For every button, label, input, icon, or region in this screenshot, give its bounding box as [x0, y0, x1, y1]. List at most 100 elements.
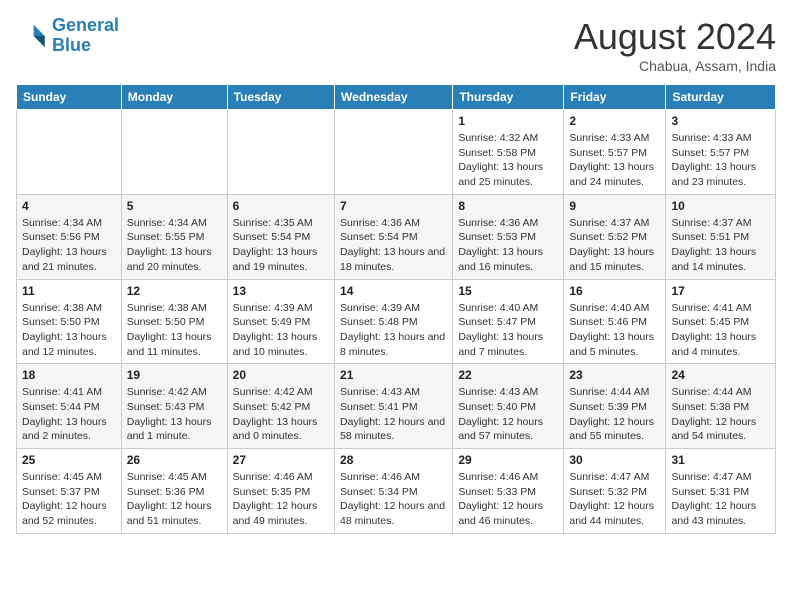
day-cell: 27 Sunrise: 4:46 AM Sunset: 5:35 PM Dayli… — [227, 449, 334, 534]
day-cell: 7Sunrise: 4:36 AM Sunset: 5:54 PM Daylig… — [335, 194, 453, 279]
day-info: Sunrise: 4:34 AM Sunset: 5:56 PM Dayligh… — [22, 216, 116, 275]
day-number: 18 — [22, 368, 116, 382]
day-info: Sunrise: 4:47 AM Sunset: 5:31 PM Dayligh… — [671, 470, 770, 529]
day-number: 7 — [340, 199, 447, 213]
day-info: Sunrise: 4:38 AM Sunset: 5:50 PM Dayligh… — [127, 301, 222, 360]
day-number: 4 — [22, 199, 116, 213]
day-info: Sunrise: 4:41 AM Sunset: 5:45 PM Dayligh… — [671, 301, 770, 360]
day-info: Sunrise: 4:43 AM Sunset: 5:40 PM Dayligh… — [458, 385, 558, 444]
day-cell: 16 Sunrise: 4:40 AM Sunset: 5:46 PM Dayli… — [564, 279, 666, 364]
day-number: 20 — [233, 368, 329, 382]
day-info: Sunrise: 4:40 AM Sunset: 5:46 PM Dayligh… — [569, 301, 660, 360]
day-number: 3 — [671, 114, 770, 128]
day-number: 5 — [127, 199, 222, 213]
day-cell: 29 Sunrise: 4:46 AM Sunset: 5:33 PM Dayli… — [453, 449, 564, 534]
day-number: 1 — [458, 114, 558, 128]
logo-icon — [16, 20, 48, 52]
day-cell: 11 Sunrise: 4:38 AM Sunset: 5:50 PM Dayli… — [17, 279, 122, 364]
day-info: Sunrise: 4:37 AM Sunset: 5:52 PM Dayligh… — [569, 216, 660, 275]
day-number: 10 — [671, 199, 770, 213]
day-number: 29 — [458, 453, 558, 467]
day-info: Sunrise: 4:40 AM Sunset: 5:47 PM Dayligh… — [458, 301, 558, 360]
day-cell: 3Sunrise: 4:33 AM Sunset: 5:57 PM Daylig… — [666, 110, 776, 195]
day-info: Sunrise: 4:46 AM Sunset: 5:33 PM Dayligh… — [458, 470, 558, 529]
day-number: 24 — [671, 368, 770, 382]
day-cell: 21 Sunrise: 4:43 AM Sunset: 5:41 PM Dayli… — [335, 364, 453, 449]
day-cell: 18 Sunrise: 4:41 AM Sunset: 5:44 PM Dayli… — [17, 364, 122, 449]
day-cell: 26 Sunrise: 4:45 AM Sunset: 5:36 PM Dayli… — [121, 449, 227, 534]
day-number: 14 — [340, 284, 447, 298]
day-number: 17 — [671, 284, 770, 298]
day-number: 31 — [671, 453, 770, 467]
header-cell-tuesday: Tuesday — [227, 85, 334, 110]
day-number: 15 — [458, 284, 558, 298]
title-block: August 2024 Chabua, Assam, India — [574, 16, 776, 74]
day-cell: 20 Sunrise: 4:42 AM Sunset: 5:42 PM Dayli… — [227, 364, 334, 449]
day-info: Sunrise: 4:35 AM Sunset: 5:54 PM Dayligh… — [233, 216, 329, 275]
day-cell — [335, 110, 453, 195]
day-info: Sunrise: 4:33 AM Sunset: 5:57 PM Dayligh… — [569, 131, 660, 190]
day-number: 21 — [340, 368, 447, 382]
day-number: 13 — [233, 284, 329, 298]
calendar-table: SundayMondayTuesdayWednesdayThursdayFrid… — [16, 84, 776, 534]
day-number: 30 — [569, 453, 660, 467]
week-row-4: 18 Sunrise: 4:41 AM Sunset: 5:44 PM Dayli… — [17, 364, 776, 449]
day-number: 11 — [22, 284, 116, 298]
day-info: Sunrise: 4:36 AM Sunset: 5:53 PM Dayligh… — [458, 216, 558, 275]
header-cell-sunday: Sunday — [17, 85, 122, 110]
day-info: Sunrise: 4:45 AM Sunset: 5:37 PM Dayligh… — [22, 470, 116, 529]
day-number: 28 — [340, 453, 447, 467]
day-number: 26 — [127, 453, 222, 467]
week-row-3: 11 Sunrise: 4:38 AM Sunset: 5:50 PM Dayli… — [17, 279, 776, 364]
day-info: Sunrise: 4:39 AM Sunset: 5:48 PM Dayligh… — [340, 301, 447, 360]
week-row-2: 4 Sunrise: 4:34 AM Sunset: 5:56 PM Daylig… — [17, 194, 776, 279]
day-cell: 2Sunrise: 4:33 AM Sunset: 5:57 PM Daylig… — [564, 110, 666, 195]
day-number: 25 — [22, 453, 116, 467]
day-number: 12 — [127, 284, 222, 298]
day-info: Sunrise: 4:42 AM Sunset: 5:42 PM Dayligh… — [233, 385, 329, 444]
day-number: 27 — [233, 453, 329, 467]
day-cell: 22 Sunrise: 4:43 AM Sunset: 5:40 PM Dayli… — [453, 364, 564, 449]
day-info: Sunrise: 4:46 AM Sunset: 5:34 PM Dayligh… — [340, 470, 447, 529]
page-header: General Blue August 2024 Chabua, Assam, … — [16, 16, 776, 74]
day-info: Sunrise: 4:39 AM Sunset: 5:49 PM Dayligh… — [233, 301, 329, 360]
logo-text: General Blue — [52, 16, 119, 56]
day-info: Sunrise: 4:44 AM Sunset: 5:39 PM Dayligh… — [569, 385, 660, 444]
header-cell-friday: Friday — [564, 85, 666, 110]
day-cell: 23 Sunrise: 4:44 AM Sunset: 5:39 PM Dayli… — [564, 364, 666, 449]
day-info: Sunrise: 4:32 AM Sunset: 5:58 PM Dayligh… — [458, 131, 558, 190]
day-cell: 24Sunrise: 4:44 AM Sunset: 5:38 PM Dayli… — [666, 364, 776, 449]
day-cell — [227, 110, 334, 195]
day-cell: 12 Sunrise: 4:38 AM Sunset: 5:50 PM Dayli… — [121, 279, 227, 364]
day-cell: 6 Sunrise: 4:35 AM Sunset: 5:54 PM Daylig… — [227, 194, 334, 279]
day-number: 16 — [569, 284, 660, 298]
day-cell: 28 Sunrise: 4:46 AM Sunset: 5:34 PM Dayli… — [335, 449, 453, 534]
day-cell: 4 Sunrise: 4:34 AM Sunset: 5:56 PM Daylig… — [17, 194, 122, 279]
day-cell: 17 Sunrise: 4:41 AM Sunset: 5:45 PM Dayli… — [666, 279, 776, 364]
day-number: 23 — [569, 368, 660, 382]
day-info: Sunrise: 4:38 AM Sunset: 5:50 PM Dayligh… — [22, 301, 116, 360]
day-number: 6 — [233, 199, 329, 213]
header-row: SundayMondayTuesdayWednesdayThursdayFrid… — [17, 85, 776, 110]
day-info: Sunrise: 4:43 AM Sunset: 5:41 PM Dayligh… — [340, 385, 447, 444]
day-info: Sunrise: 4:41 AM Sunset: 5:44 PM Dayligh… — [22, 385, 116, 444]
location-subtitle: Chabua, Assam, India — [574, 58, 776, 74]
header-cell-thursday: Thursday — [453, 85, 564, 110]
day-number: 22 — [458, 368, 558, 382]
month-title: August 2024 — [574, 16, 776, 58]
day-info: Sunrise: 4:42 AM Sunset: 5:43 PM Dayligh… — [127, 385, 222, 444]
day-cell: 1 Sunrise: 4:32 AM Sunset: 5:58 PM Daylig… — [453, 110, 564, 195]
day-cell: 30Sunrise: 4:47 AM Sunset: 5:32 PM Dayli… — [564, 449, 666, 534]
day-cell: 10 Sunrise: 4:37 AM Sunset: 5:51 PM Dayli… — [666, 194, 776, 279]
day-info: Sunrise: 4:46 AM Sunset: 5:35 PM Dayligh… — [233, 470, 329, 529]
day-info: Sunrise: 4:37 AM Sunset: 5:51 PM Dayligh… — [671, 216, 770, 275]
day-cell — [17, 110, 122, 195]
day-info: Sunrise: 4:45 AM Sunset: 5:36 PM Dayligh… — [127, 470, 222, 529]
day-number: 8 — [458, 199, 558, 213]
day-cell: 8 Sunrise: 4:36 AM Sunset: 5:53 PM Daylig… — [453, 194, 564, 279]
day-info: Sunrise: 4:34 AM Sunset: 5:55 PM Dayligh… — [127, 216, 222, 275]
day-cell: 31 Sunrise: 4:47 AM Sunset: 5:31 PM Dayli… — [666, 449, 776, 534]
day-cell: 13 Sunrise: 4:39 AM Sunset: 5:49 PM Dayli… — [227, 279, 334, 364]
day-cell: 9Sunrise: 4:37 AM Sunset: 5:52 PM Daylig… — [564, 194, 666, 279]
day-cell: 19Sunrise: 4:42 AM Sunset: 5:43 PM Dayli… — [121, 364, 227, 449]
